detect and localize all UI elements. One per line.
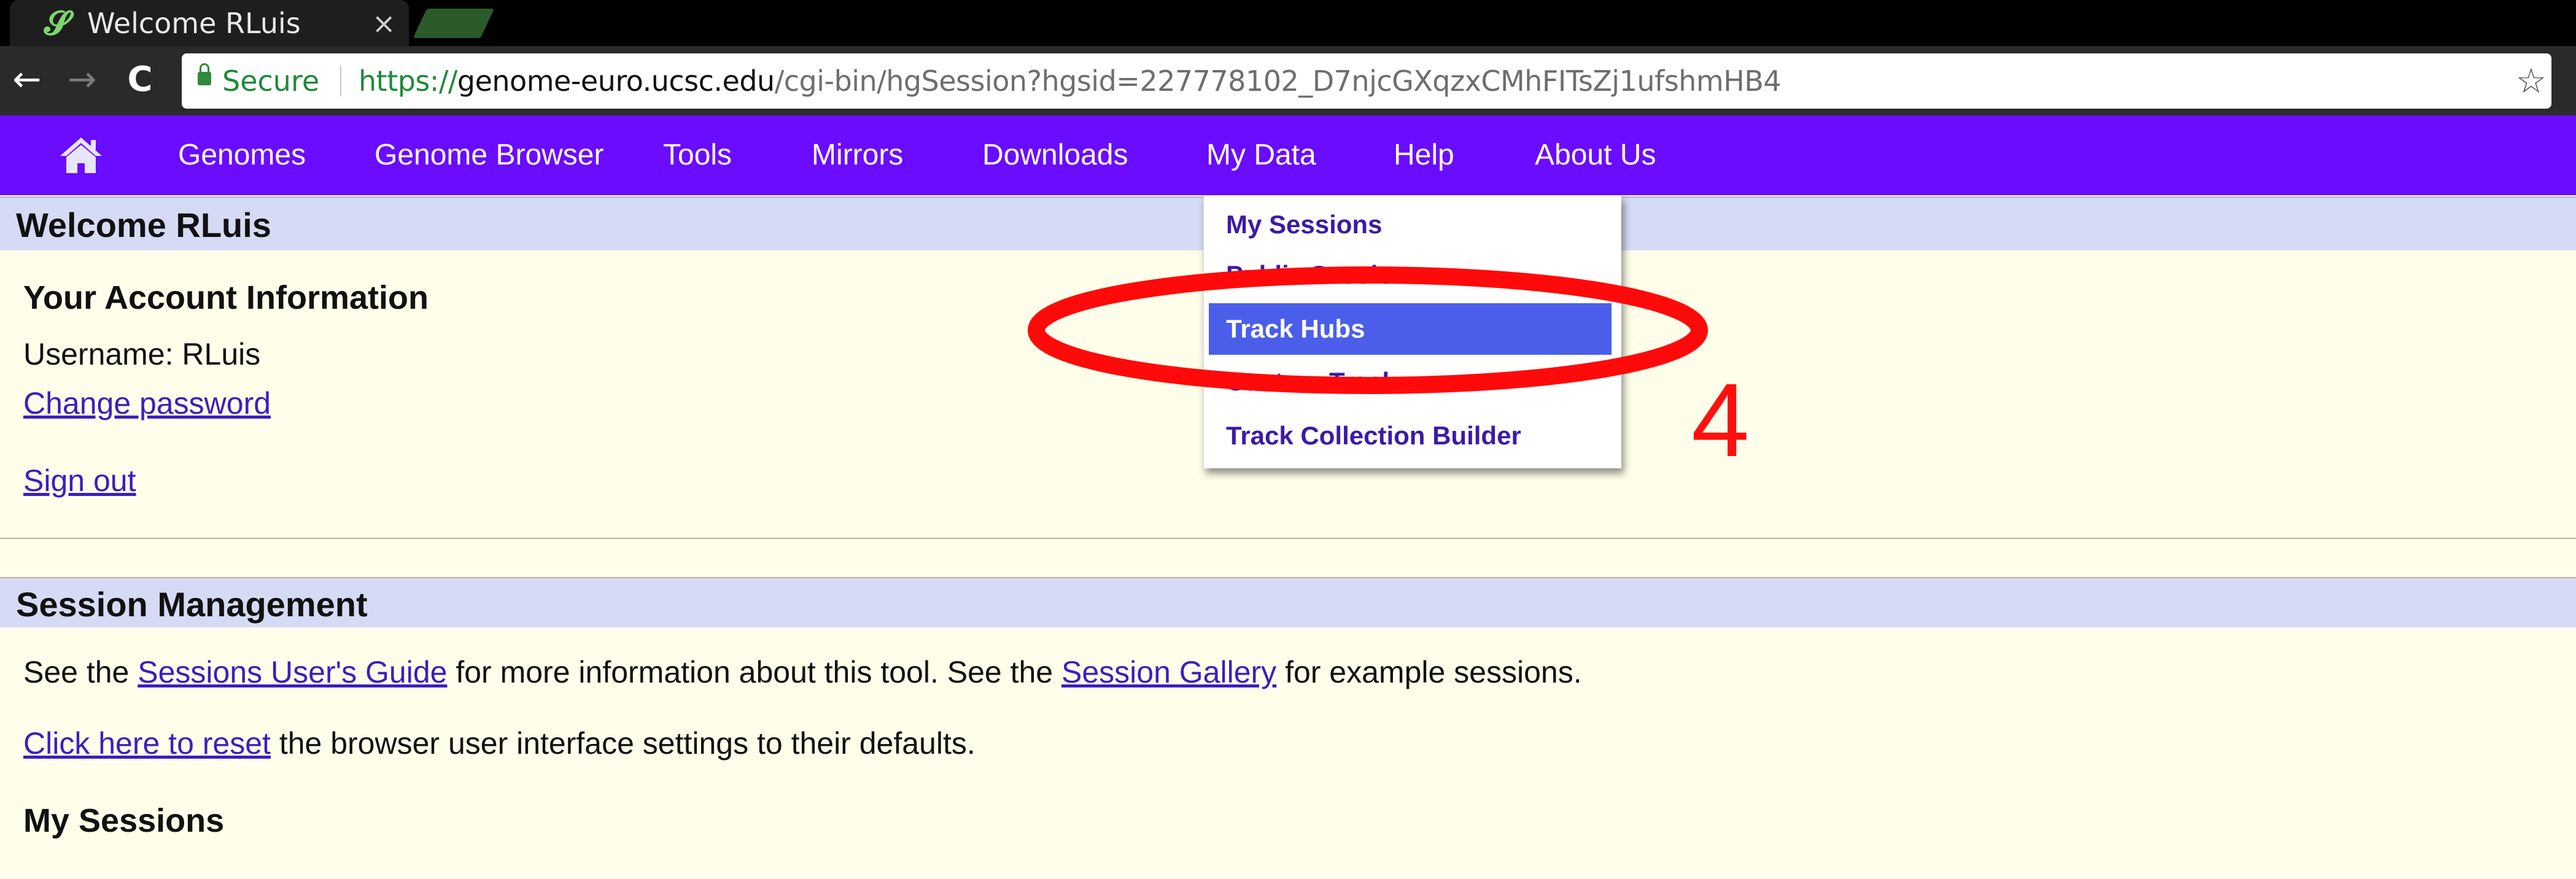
reset-line-post: the browser user interface settings to t… bbox=[270, 726, 976, 761]
nav-mirrors[interactable]: Mirrors bbox=[812, 115, 903, 195]
sign-out-link[interactable]: Sign out bbox=[23, 463, 136, 498]
reset-line: Click here to reset the browser user int… bbox=[23, 726, 976, 761]
reset-link[interactable]: Click here to reset bbox=[23, 726, 271, 761]
forward-arrow-icon[interactable]: → bbox=[64, 58, 101, 101]
session-gallery-link[interactable]: Session Gallery bbox=[1061, 655, 1276, 689]
browser-tab[interactable]: 𝓢 Welcome RLuis × bbox=[10, 0, 409, 46]
nav-genomes[interactable]: Genomes bbox=[178, 115, 306, 195]
ucsc-favicon-icon: 𝓢 bbox=[44, 4, 70, 42]
url-host: genome-euro.ucsc.edu bbox=[457, 64, 775, 98]
dropdown-item-my-sessions[interactable]: My Sessions bbox=[1204, 199, 1621, 250]
tab-title: Welcome RLuis bbox=[87, 7, 301, 40]
nav-help[interactable]: Help bbox=[1394, 115, 1454, 195]
nav-downloads[interactable]: Downloads bbox=[982, 115, 1128, 195]
lock-icon bbox=[198, 63, 211, 85]
url-scheme: https:// bbox=[359, 64, 457, 98]
welcome-title: Welcome RLuis bbox=[16, 206, 271, 244]
nav-genome-browser[interactable]: Genome Browser bbox=[374, 115, 603, 195]
close-icon[interactable]: × bbox=[372, 5, 396, 42]
my-sessions-heading: My Sessions bbox=[23, 802, 225, 839]
nav-my-data[interactable]: My Data bbox=[1206, 115, 1316, 195]
section-divider bbox=[0, 538, 2576, 539]
dropdown-item-track-collection-builder[interactable]: Track Collection Builder bbox=[1204, 410, 1621, 462]
sessions-users-guide-link[interactable]: Sessions User's Guide bbox=[138, 655, 447, 689]
change-password-link[interactable]: Change password bbox=[23, 385, 271, 421]
browser-tab-strip: 𝓢 Welcome RLuis × bbox=[0, 0, 2576, 46]
omnibox-separator bbox=[340, 66, 341, 96]
annotation-step-number: 4 bbox=[1691, 362, 1750, 479]
dropdown-item-track-hubs[interactable]: Track Hubs bbox=[1209, 303, 1612, 355]
back-arrow-icon[interactable]: ← bbox=[9, 58, 45, 101]
reload-icon[interactable]: C bbox=[122, 58, 158, 101]
guide-line-post: for example sessions. bbox=[1276, 655, 1582, 689]
bookmark-star-icon[interactable]: ☆ bbox=[2516, 53, 2547, 109]
guide-line-pre: See the bbox=[23, 655, 138, 689]
username-line: Username: RLuis bbox=[23, 337, 261, 371]
account-info-heading: Your Account Information bbox=[23, 279, 429, 316]
my-data-dropdown: My Sessions Public Sessions Track Hubs C… bbox=[1203, 195, 1621, 468]
guide-line-mid: for more information about this tool. Se… bbox=[447, 655, 1062, 689]
session-guide-line: See the Sessions User's Guide for more i… bbox=[23, 654, 1582, 690]
url-path: /cgi-bin/hgSession?hgsid=227778102_D7njc… bbox=[774, 64, 1782, 98]
address-bar[interactable]: Secure https://genome-euro.ucsc.edu/cgi-… bbox=[182, 53, 2551, 109]
browser-toolbar: ← → C Secure https://genome-euro.ucsc.ed… bbox=[0, 46, 2576, 115]
nav-tools[interactable]: Tools bbox=[663, 115, 732, 195]
secure-label: Secure bbox=[222, 64, 320, 98]
nav-about-us[interactable]: About Us bbox=[1535, 115, 1656, 195]
session-management-title: Session Management bbox=[16, 585, 368, 624]
dropdown-item-custom-tracks[interactable]: Custom Tracks bbox=[1204, 356, 1621, 408]
home-icon[interactable] bbox=[59, 136, 103, 174]
session-management-header: Session Management bbox=[0, 577, 2576, 627]
url-text: https://genome-euro.ucsc.edu/cgi-bin/hgS… bbox=[359, 53, 1782, 109]
site-navbar: Genomes Genome Browser Tools Mirrors Dow… bbox=[0, 115, 2576, 195]
dropdown-item-public-sessions[interactable]: Public Sessions bbox=[1204, 249, 1621, 301]
new-tab-button[interactable] bbox=[413, 9, 495, 38]
